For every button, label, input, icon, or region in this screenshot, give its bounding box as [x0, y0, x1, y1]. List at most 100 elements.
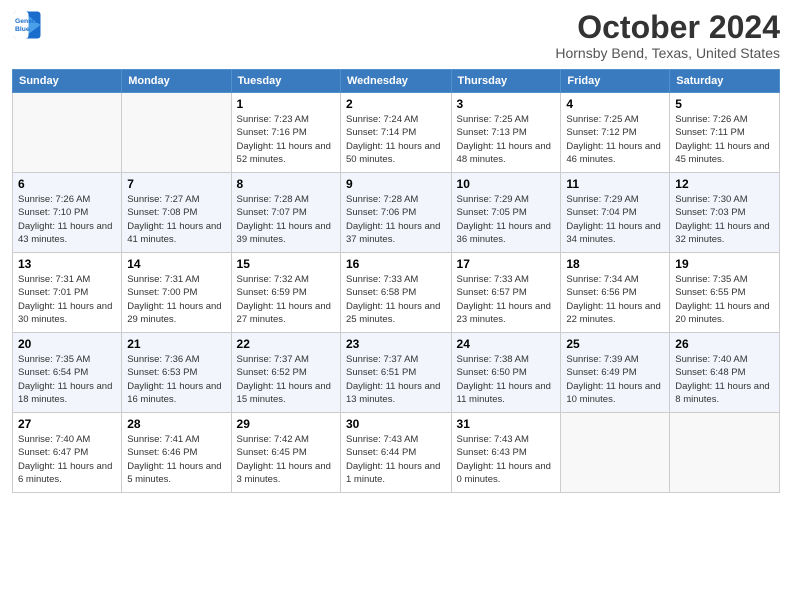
- day-cell: 31 Sunrise: 7:43 AMSunset: 6:43 PMDayligh…: [451, 413, 561, 493]
- calendar-container: General Blue October 2024 Hornsby Bend, …: [0, 0, 792, 503]
- day-cell: 17 Sunrise: 7:33 AMSunset: 6:57 PMDayligh…: [451, 253, 561, 333]
- day-cell: 6 Sunrise: 7:26 AMSunset: 7:10 PMDaylight…: [13, 173, 122, 253]
- day-info: Sunrise: 7:26 AMSunset: 7:10 PMDaylight:…: [18, 194, 112, 245]
- day-number: 5: [675, 97, 774, 111]
- day-info: Sunrise: 7:25 AMSunset: 7:12 PMDaylight:…: [566, 114, 660, 165]
- day-info: Sunrise: 7:37 AMSunset: 6:51 PMDaylight:…: [346, 354, 440, 405]
- day-cell: 22Sunrise: 7:37 AMSunset: 6:52 PMDayligh…: [231, 333, 340, 413]
- day-number: 19: [675, 257, 774, 271]
- day-cell: 19 Sunrise: 7:35 AMSunset: 6:55 PMDayligh…: [670, 253, 780, 333]
- day-cell: 2 Sunrise: 7:24 AMSunset: 7:14 PMDaylight…: [341, 93, 452, 173]
- day-info: Sunrise: 7:36 AMSunset: 6:53 PMDaylight:…: [127, 354, 221, 405]
- day-number: 12: [675, 177, 774, 191]
- day-cell: 25Sunrise: 7:39 AMSunset: 6:49 PMDayligh…: [561, 333, 670, 413]
- day-cell: [13, 93, 122, 173]
- day-cell: 8Sunrise: 7:28 AMSunset: 7:07 PMDaylight…: [231, 173, 340, 253]
- day-info: Sunrise: 7:29 AMSunset: 7:04 PMDaylight:…: [566, 194, 660, 245]
- day-info: Sunrise: 7:25 AMSunset: 7:13 PMDaylight:…: [457, 114, 551, 165]
- day-cell: 13 Sunrise: 7:31 AMSunset: 7:01 PMDayligh…: [13, 253, 122, 333]
- day-number: 6: [18, 177, 116, 191]
- day-cell: 14Sunrise: 7:31 AMSunset: 7:00 PMDayligh…: [122, 253, 231, 333]
- day-number: 11: [566, 177, 664, 191]
- day-number: 21: [127, 337, 225, 351]
- day-info: Sunrise: 7:29 AMSunset: 7:05 PMDaylight:…: [457, 194, 551, 245]
- calendar-table: SundayMondayTuesdayWednesdayThursdayFrid…: [12, 69, 780, 493]
- day-info: Sunrise: 7:27 AMSunset: 7:08 PMDaylight:…: [127, 194, 221, 245]
- svg-text:Blue: Blue: [15, 26, 30, 33]
- day-cell: 30 Sunrise: 7:43 AMSunset: 6:44 PMDayligh…: [341, 413, 452, 493]
- day-cell: [122, 93, 231, 173]
- week-row-2: 13 Sunrise: 7:31 AMSunset: 7:01 PMDayligh…: [13, 253, 780, 333]
- day-number: 26: [675, 337, 774, 351]
- location: Hornsby Bend, Texas, United States: [555, 45, 780, 61]
- day-number: 20: [18, 337, 116, 351]
- day-info: Sunrise: 7:40 AMSunset: 6:47 PMDaylight:…: [18, 434, 112, 485]
- day-info: Sunrise: 7:28 AMSunset: 7:06 PMDaylight:…: [346, 194, 440, 245]
- day-number: 18: [566, 257, 664, 271]
- day-cell: 11 Sunrise: 7:29 AMSunset: 7:04 PMDayligh…: [561, 173, 670, 253]
- title-block: October 2024 Hornsby Bend, Texas, United…: [555, 10, 780, 61]
- day-cell: 21 Sunrise: 7:36 AMSunset: 6:53 PMDayligh…: [122, 333, 231, 413]
- day-info: Sunrise: 7:34 AMSunset: 6:56 PMDaylight:…: [566, 274, 660, 325]
- day-cell: 27Sunrise: 7:40 AMSunset: 6:47 PMDayligh…: [13, 413, 122, 493]
- day-info: Sunrise: 7:31 AMSunset: 7:01 PMDaylight:…: [18, 274, 112, 325]
- logo-icon: General Blue: [12, 10, 42, 40]
- col-header-thursday: Thursday: [451, 70, 561, 93]
- day-cell: 12 Sunrise: 7:30 AMSunset: 7:03 PMDayligh…: [670, 173, 780, 253]
- day-number: 15: [237, 257, 335, 271]
- day-info: Sunrise: 7:32 AMSunset: 6:59 PMDaylight:…: [237, 274, 331, 325]
- col-header-saturday: Saturday: [670, 70, 780, 93]
- day-info: Sunrise: 7:23 AMSunset: 7:16 PMDaylight:…: [237, 114, 331, 165]
- day-number: 16: [346, 257, 446, 271]
- week-row-3: 20 Sunrise: 7:35 AMSunset: 6:54 PMDayligh…: [13, 333, 780, 413]
- day-info: Sunrise: 7:24 AMSunset: 7:14 PMDaylight:…: [346, 114, 440, 165]
- col-header-tuesday: Tuesday: [231, 70, 340, 93]
- day-cell: 1 Sunrise: 7:23 AMSunset: 7:16 PMDaylight…: [231, 93, 340, 173]
- day-number: 1: [237, 97, 335, 111]
- day-number: 28: [127, 417, 225, 431]
- day-cell: 18 Sunrise: 7:34 AMSunset: 6:56 PMDayligh…: [561, 253, 670, 333]
- day-cell: 3 Sunrise: 7:25 AMSunset: 7:13 PMDaylight…: [451, 93, 561, 173]
- day-number: 14: [127, 257, 225, 271]
- day-cell: 7 Sunrise: 7:27 AMSunset: 7:08 PMDaylight…: [122, 173, 231, 253]
- day-cell: 15 Sunrise: 7:32 AMSunset: 6:59 PMDayligh…: [231, 253, 340, 333]
- day-info: Sunrise: 7:35 AMSunset: 6:55 PMDaylight:…: [675, 274, 769, 325]
- day-number: 17: [457, 257, 556, 271]
- week-row-1: 6 Sunrise: 7:26 AMSunset: 7:10 PMDaylight…: [13, 173, 780, 253]
- day-cell: 26Sunrise: 7:40 AMSunset: 6:48 PMDayligh…: [670, 333, 780, 413]
- day-info: Sunrise: 7:33 AMSunset: 6:58 PMDaylight:…: [346, 274, 440, 325]
- day-cell: 29Sunrise: 7:42 AMSunset: 6:45 PMDayligh…: [231, 413, 340, 493]
- day-info: Sunrise: 7:30 AMSunset: 7:03 PMDaylight:…: [675, 194, 769, 245]
- day-cell: [670, 413, 780, 493]
- day-number: 3: [457, 97, 556, 111]
- day-number: 25: [566, 337, 664, 351]
- day-info: Sunrise: 7:35 AMSunset: 6:54 PMDaylight:…: [18, 354, 112, 405]
- day-number: 7: [127, 177, 225, 191]
- day-cell: [561, 413, 670, 493]
- day-number: 9: [346, 177, 446, 191]
- day-info: Sunrise: 7:43 AMSunset: 6:43 PMDaylight:…: [457, 434, 551, 485]
- day-number: 13: [18, 257, 116, 271]
- day-cell: 4Sunrise: 7:25 AMSunset: 7:12 PMDaylight…: [561, 93, 670, 173]
- day-info: Sunrise: 7:43 AMSunset: 6:44 PMDaylight:…: [346, 434, 440, 485]
- day-info: Sunrise: 7:26 AMSunset: 7:11 PMDaylight:…: [675, 114, 769, 165]
- day-cell: 16 Sunrise: 7:33 AMSunset: 6:58 PMDayligh…: [341, 253, 452, 333]
- day-number: 2: [346, 97, 446, 111]
- day-number: 31: [457, 417, 556, 431]
- day-cell: 5 Sunrise: 7:26 AMSunset: 7:11 PMDaylight…: [670, 93, 780, 173]
- svg-text:General: General: [15, 18, 40, 25]
- day-cell: 9 Sunrise: 7:28 AMSunset: 7:06 PMDaylight…: [341, 173, 452, 253]
- col-header-friday: Friday: [561, 70, 670, 93]
- day-number: 29: [237, 417, 335, 431]
- day-number: 22: [237, 337, 335, 351]
- day-cell: 20 Sunrise: 7:35 AMSunset: 6:54 PMDayligh…: [13, 333, 122, 413]
- day-number: 30: [346, 417, 446, 431]
- col-header-wednesday: Wednesday: [341, 70, 452, 93]
- col-header-monday: Monday: [122, 70, 231, 93]
- day-cell: 23Sunrise: 7:37 AMSunset: 6:51 PMDayligh…: [341, 333, 452, 413]
- day-number: 24: [457, 337, 556, 351]
- header-row: SundayMondayTuesdayWednesdayThursdayFrid…: [13, 70, 780, 93]
- day-cell: 10Sunrise: 7:29 AMSunset: 7:05 PMDayligh…: [451, 173, 561, 253]
- day-info: Sunrise: 7:41 AMSunset: 6:46 PMDaylight:…: [127, 434, 221, 485]
- day-info: Sunrise: 7:33 AMSunset: 6:57 PMDaylight:…: [457, 274, 551, 325]
